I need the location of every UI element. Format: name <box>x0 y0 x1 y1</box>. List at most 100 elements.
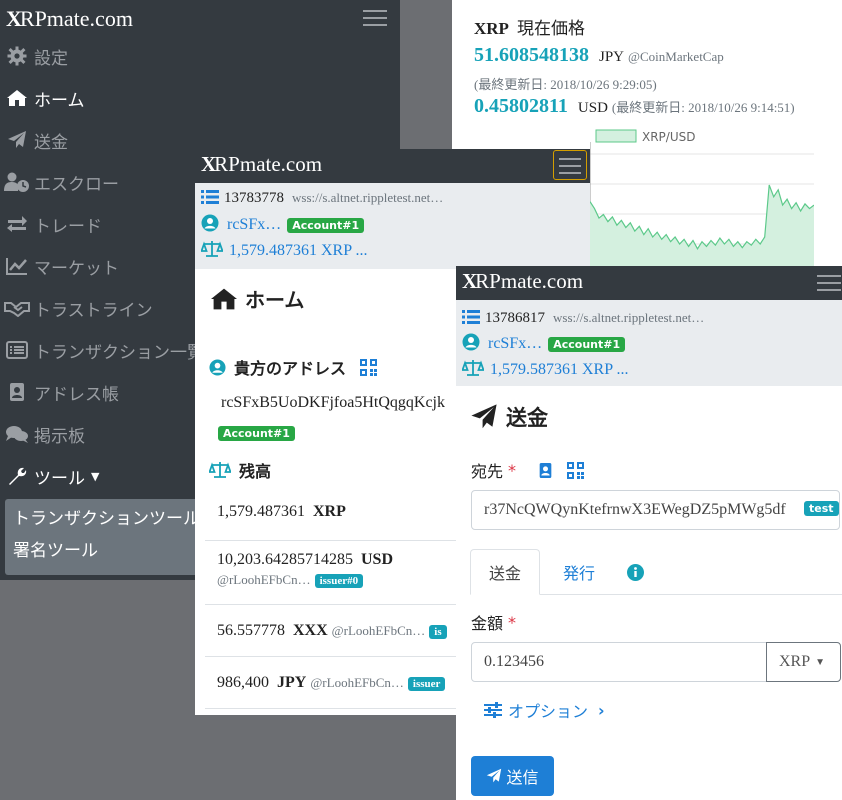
paper-plane-icon <box>486 768 502 784</box>
tools-dropdown-menu: トランザクションツール 署名ツール <box>5 499 200 575</box>
sidebar-item-label: 設定 <box>34 48 68 69</box>
issuer-address[interactable]: @rLoohEFbCn… <box>217 572 311 587</box>
list-icon <box>201 189 219 208</box>
price-source: @CoinMarketCap <box>628 49 724 64</box>
jpy-price-row: 51.608548138 JPY @CoinMarketCap <box>474 44 724 67</box>
sidebar-item-settings[interactable]: 設定 <box>0 35 400 77</box>
jpy-price: 51.608548138 <box>474 44 589 66</box>
chevron-right-icon: › <box>598 700 605 720</box>
usd-updated: (最終更新日: 2018/10/26 9:14:51) <box>611 100 795 115</box>
balance-line: 1,579.587361 XRP ... <box>461 357 629 383</box>
balance-summary[interactable]: 1,579.587361 XRP ... <box>490 361 629 379</box>
usd-unit: USD <box>577 100 608 116</box>
user-clock-icon <box>4 171 30 193</box>
info-icon[interactable] <box>620 549 650 595</box>
handshake-icon <box>4 297 30 319</box>
account-badge: Account#1 <box>218 426 295 441</box>
destination-value: r37NcQWQynKtefrnwX3EWegDZ5pMWg5df <box>484 501 786 518</box>
sidebar-item-home[interactable]: ホーム <box>0 77 400 119</box>
exchange-icon <box>4 213 30 235</box>
tab-issue[interactable]: 発行 <box>544 549 614 595</box>
paper-plane-icon <box>4 129 30 151</box>
required-mark: * <box>508 460 517 480</box>
balance-currency: XXX <box>293 622 328 639</box>
qrcode-icon[interactable] <box>360 358 378 376</box>
sidebar-item-label: ツール <box>34 468 85 489</box>
address-book-icon[interactable] <box>538 462 553 479</box>
account-line: rcSFx… Account#1 <box>462 331 626 357</box>
navbar: XRPmate.com <box>456 266 842 300</box>
send-button[interactable]: 送信 <box>471 756 554 796</box>
send-panel: XRPmate.com 13786817 wss://s.altnet.ripp… <box>456 266 842 800</box>
ledger-line: 13783778 wss://s.altnet.rippletest.net… <box>201 185 443 211</box>
amount-label: 金額 * <box>471 610 516 634</box>
destination-input[interactable]: r37NcQWQynKtefrnwX3EWegDZ5pMWg5df <box>471 490 840 530</box>
price-title: 現在価格 <box>516 19 585 38</box>
sidebar-item-label: ホーム <box>34 90 85 111</box>
sliders-icon <box>484 702 502 718</box>
issuer-address[interactable]: @rLoohEFbCn… <box>310 675 404 690</box>
required-mark: * <box>508 612 517 632</box>
sidebar-item-label: 送金 <box>34 132 68 153</box>
paper-plane-icon <box>470 403 498 431</box>
usd-price: 0.45802811 <box>474 95 568 117</box>
balance-summary[interactable]: 1,579.487361 XRP ... <box>229 242 368 260</box>
brand-logo-x: X <box>6 6 22 31</box>
menu-toggle-button[interactable] <box>553 150 587 180</box>
balance-currency: XRP <box>313 503 346 520</box>
brand-logo[interactable]: XRPmate.com <box>462 269 583 294</box>
navbar: XRPmate.com <box>195 149 590 183</box>
tab-send[interactable]: 送金 <box>470 549 540 595</box>
brand-logo[interactable]: XRPmate.com <box>201 152 322 177</box>
amount-value: 0.123456 <box>484 653 544 670</box>
sidebar-item-label: トラストライン <box>34 300 153 321</box>
chart-legend-label: XRP/USD <box>642 130 695 144</box>
ledger-index: 13786817 <box>485 309 545 326</box>
address-heading-text: 貴方のアドレス <box>234 359 347 378</box>
address-heading: 貴方のアドレス <box>209 355 378 379</box>
sidebar-item-label: トランザクション一覧 <box>34 342 204 363</box>
jpy-updated: (最終更新日: 2018/10/26 9:29:05) <box>474 77 657 92</box>
price-chart: XRP/USD <box>590 129 814 270</box>
sidebar-item-label: 掲示板 <box>34 426 85 447</box>
account-address[interactable]: rcSFx… <box>488 335 542 353</box>
balance-line: 1,579.487361 XRP ... <box>200 238 368 264</box>
issuer-badge: is <box>429 625 447 639</box>
status-bar: 13783778 wss://s.altnet.rippletest.net… … <box>195 183 590 269</box>
user-circle-icon <box>209 358 226 376</box>
dropdown-item-transaction-tool[interactable]: トランザクションツール <box>5 507 200 539</box>
brand-logo[interactable]: XRPmate.com <box>6 6 133 32</box>
amount-label-text: 金額 <box>471 614 504 633</box>
address-badge-wrap: Account#1 <box>218 422 295 441</box>
issuer-address[interactable]: @rLoohEFbCn… <box>332 623 426 638</box>
page-title: ホーム <box>209 284 304 313</box>
destination-label: 宛先 * <box>471 458 585 482</box>
ledger-index: 13783778 <box>224 189 284 206</box>
address-book-icon <box>4 381 30 403</box>
sidebar-item-label: トレード <box>34 216 102 237</box>
currency-select[interactable]: XRP ▼ <box>766 642 841 682</box>
jpy-unit: JPY <box>599 49 625 65</box>
account-address[interactable]: rcSFx… <box>227 216 281 234</box>
server-url: wss://s.altnet.rippletest.net… <box>292 190 444 205</box>
options-toggle[interactable]: オプション › <box>484 698 605 722</box>
send-tabs: 送金 発行 <box>470 549 842 595</box>
brand-name: RPmate.com <box>19 6 133 31</box>
balance-heading: 残高 <box>209 458 271 482</box>
menu-toggle-button[interactable] <box>812 268 842 298</box>
user-circle-icon <box>462 333 480 355</box>
chart-legend-swatch <box>595 129 637 143</box>
balance-value: 10,203.64285714285 <box>217 551 353 568</box>
caret-down-icon: ▼ <box>815 656 826 668</box>
balance-value: 56.557778 <box>217 622 285 639</box>
account-line: rcSFx… Account#1 <box>201 212 365 238</box>
list-alt-icon <box>4 339 30 361</box>
qrcode-icon[interactable] <box>567 461 585 479</box>
menu-toggle-button[interactable] <box>358 3 392 33</box>
amount-input[interactable]: 0.123456 <box>471 642 767 682</box>
sidebar-item-label: マーケット <box>34 258 119 279</box>
list-icon <box>462 309 480 328</box>
issuer-badge: issuer#0 <box>314 574 364 588</box>
comments-icon <box>4 423 30 445</box>
dropdown-item-sign-tool[interactable]: 署名ツール <box>5 539 200 571</box>
